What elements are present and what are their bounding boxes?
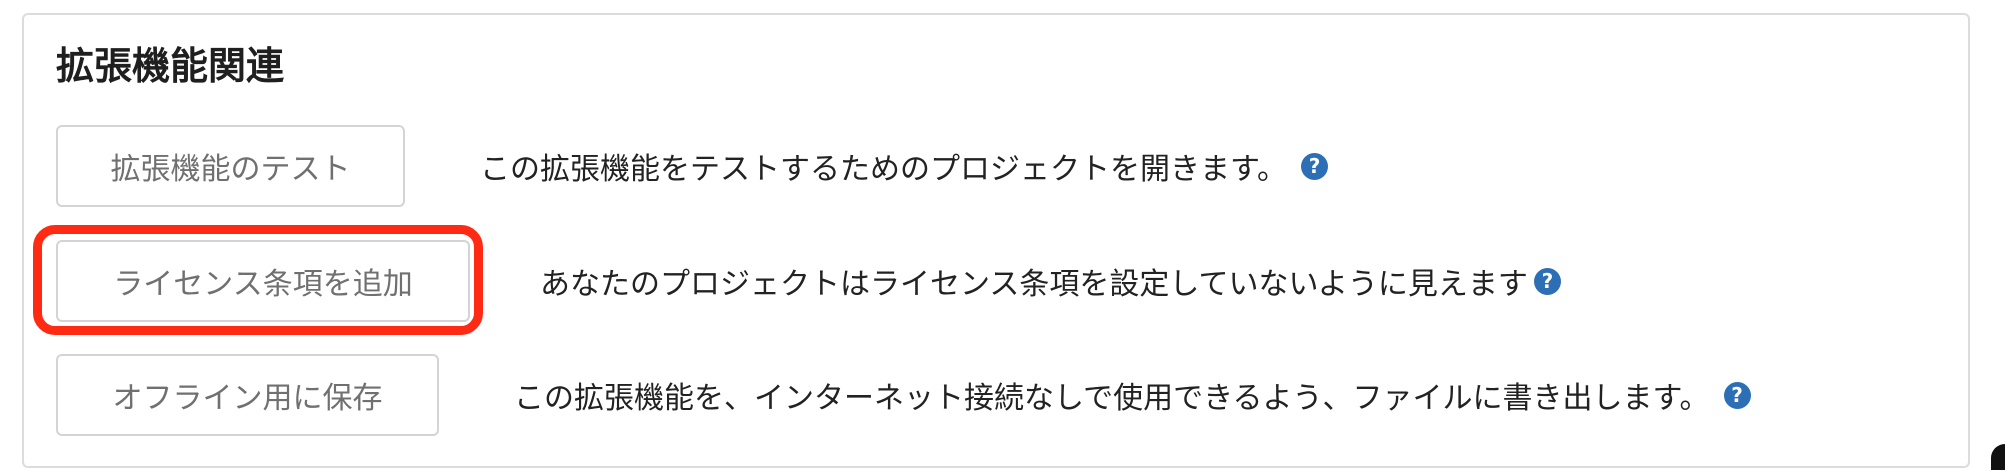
help-icon[interactable]: ? [1533, 267, 1561, 295]
save-offline-button[interactable]: オフライン用に保存 [56, 354, 439, 436]
test-extension-description-row: この拡張機能をテストするためのプロジェクトを開きます。 ? [480, 146, 1328, 187]
test-extension-description: この拡張機能をテストするためのプロジェクトを開きます。 [480, 152, 1287, 187]
test-extension-button[interactable]: 拡張機能のテスト [56, 125, 405, 207]
section-title: 拡張機能関連 [56, 44, 285, 88]
page: 拡張機能関連 拡張機能のテスト この拡張機能をテストするためのプロジェクトを開き… [0, 0, 2005, 470]
save-offline-description-row: この拡張機能を、インターネット接続なしで使用できるよう、ファイルに書き出します。… [514, 375, 1751, 416]
help-icon[interactable]: ? [1301, 152, 1328, 180]
save-offline-description: この拡張機能を、インターネット接続なしで使用できるよう、ファイルに書き出します。 [514, 381, 1710, 416]
add-license-description: あなたのプロジェクトはライセンス条項を設定していないように見えます [540, 267, 1528, 302]
add-license-description-row: あなたのプロジェクトはライセンス条項を設定していないように見えます ? [540, 261, 1561, 302]
help-icon[interactable]: ? [1723, 381, 1751, 409]
window-corner [1991, 444, 2005, 470]
add-license-button[interactable]: ライセンス条項を追加 [56, 240, 470, 322]
